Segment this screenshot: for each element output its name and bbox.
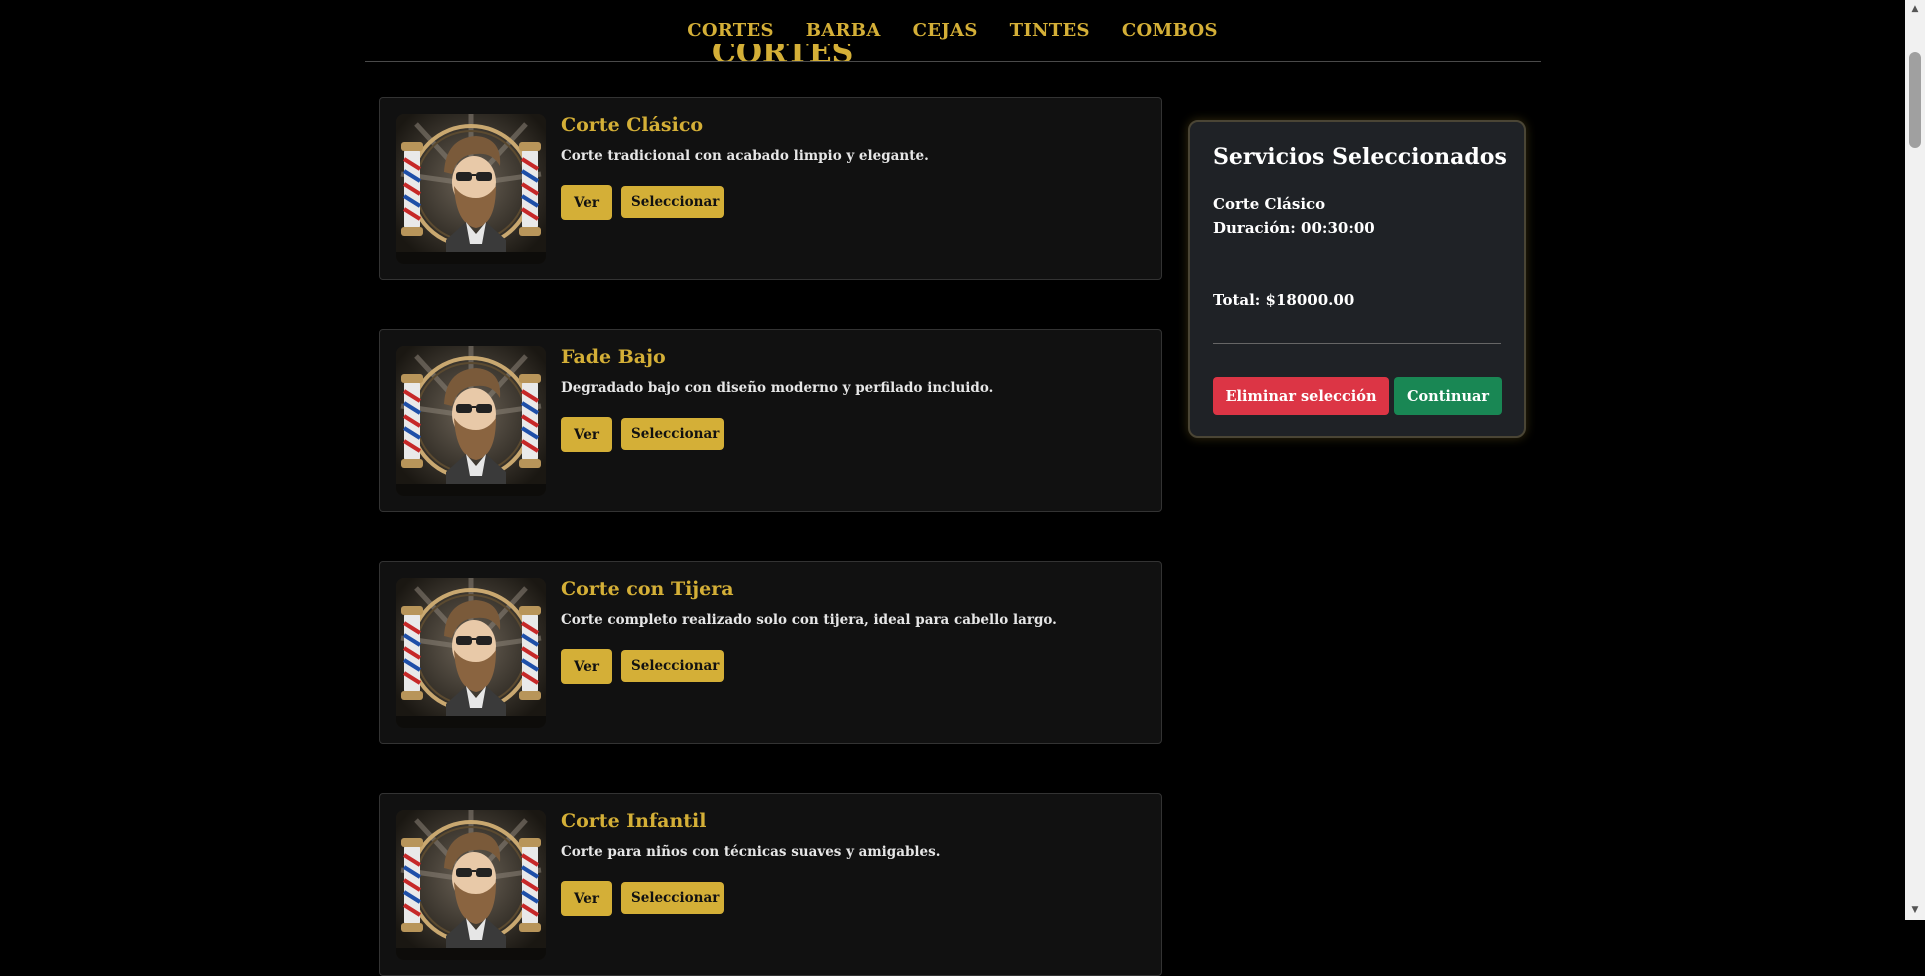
top-nav: CORTES BARBA CEJAS TINTES COMBOS	[0, 0, 1905, 60]
barber-logo-icon	[396, 810, 546, 960]
scroll-up-arrow-icon[interactable]: ▲	[1910, 4, 1920, 14]
section-title: CORTES	[712, 44, 854, 62]
view-button[interactable]: Ver	[561, 649, 612, 684]
select-button[interactable]: Seleccionar	[621, 650, 724, 682]
view-button[interactable]: Ver	[561, 881, 612, 916]
selected-service-name: Corte Clásico	[1213, 195, 1326, 213]
summary-divider	[1213, 343, 1501, 344]
page-scrollbar[interactable]: ▲ ▼	[1905, 0, 1925, 920]
continue-button[interactable]: Continuar	[1394, 377, 1502, 415]
service-description: Corte completo realizado solo con tijera…	[561, 612, 1057, 628]
service-card: Corte Clásico Corte tradicional con acab…	[379, 97, 1162, 280]
nav-item-cortes[interactable]: CORTES	[687, 20, 774, 41]
service-description: Degradado bajo con diseño moderno y perf…	[561, 380, 994, 396]
barber-logo-icon	[396, 346, 546, 496]
clear-selection-button[interactable]: Eliminar selección	[1213, 377, 1389, 415]
service-card: Corte Infantil Corte para niños con técn…	[379, 793, 1162, 976]
nav-item-barba[interactable]: BARBA	[806, 20, 881, 41]
nav-item-cejas[interactable]: CEJAS	[913, 20, 978, 41]
service-title: Corte Infantil	[561, 810, 707, 832]
barber-logo-icon	[396, 578, 546, 728]
service-title: Fade Bajo	[561, 346, 666, 368]
selected-services-panel: Servicios Seleccionados Corte Clásico Du…	[1188, 120, 1526, 438]
service-title: Corte Clásico	[561, 114, 704, 136]
nav-item-tintes[interactable]: TINTES	[1010, 20, 1090, 41]
service-card: Fade Bajo Degradado bajo con diseño mode…	[379, 329, 1162, 512]
nav-item-combos[interactable]: COMBOS	[1122, 20, 1218, 41]
summary-total: Total: $18000.00	[1213, 291, 1355, 309]
select-button[interactable]: Seleccionar	[621, 882, 724, 914]
select-button[interactable]: Seleccionar	[621, 418, 724, 450]
summary-title: Servicios Seleccionados	[1213, 144, 1507, 170]
scroll-thumb[interactable]	[1909, 52, 1921, 148]
service-description: Corte para niños con técnicas suaves y a…	[561, 844, 941, 860]
service-description: Corte tradicional con acabado limpio y e…	[561, 148, 929, 164]
nav-divider	[365, 61, 1541, 62]
selected-service-duration: Duración: 00:30:00	[1213, 219, 1375, 237]
barber-logo-icon	[396, 114, 546, 264]
service-card: Corte con Tijera Corte completo realizad…	[379, 561, 1162, 744]
view-button[interactable]: Ver	[561, 417, 612, 452]
service-title: Corte con Tijera	[561, 578, 734, 600]
select-button[interactable]: Seleccionar	[621, 186, 724, 218]
view-button[interactable]: Ver	[561, 185, 612, 220]
scroll-down-arrow-icon[interactable]: ▼	[1910, 905, 1920, 915]
